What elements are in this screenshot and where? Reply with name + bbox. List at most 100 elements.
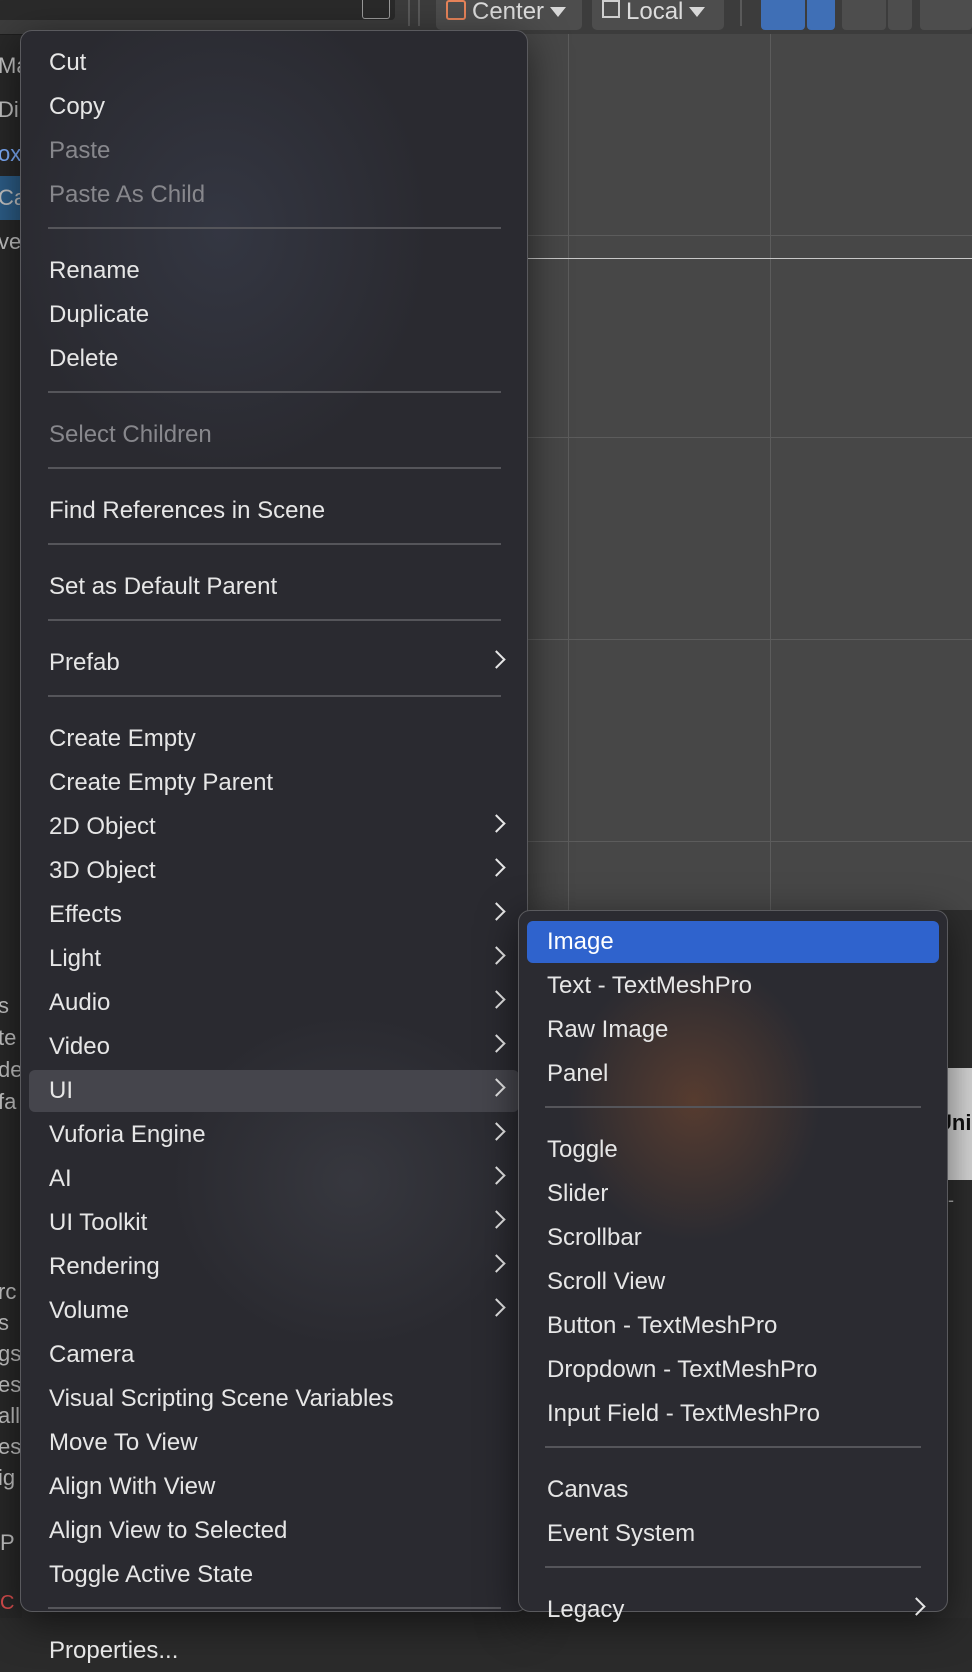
menu-item-ai[interactable]: AI — [29, 1158, 519, 1200]
menu-item-video[interactable]: Video — [29, 1026, 519, 1068]
menu-item-label: Delete — [49, 345, 119, 372]
menu-item-set-as-default-parent[interactable]: Set as Default Parent — [29, 566, 519, 608]
grid-line — [520, 841, 972, 842]
menu-item-label: Create Empty — [49, 725, 196, 752]
ui-menu-item-slider[interactable]: Slider — [527, 1173, 939, 1215]
grid-line — [520, 639, 972, 640]
inspector-row: s — [0, 993, 9, 1018]
chevron-right-icon — [487, 1122, 506, 1141]
grid-snap-icon[interactable] — [761, 0, 805, 30]
hierarchy-context-menu: Cut Copy Paste Paste As Child Rename Duplicat… — [20, 30, 528, 1664]
menu-item-label: Volume — [49, 1297, 130, 1324]
menu-item-prefab[interactable]: Prefab — [29, 642, 519, 684]
hierarchy-row[interactable]: Dir — [0, 88, 22, 132]
hierarchy-row[interactable]: Ma — [0, 44, 22, 88]
menu-item-light[interactable]: Light — [29, 938, 519, 980]
inspector-row: te — [0, 1025, 17, 1050]
menu-item-label: 2D Object — [49, 813, 156, 840]
menu-item-3d-object[interactable]: 3D Object — [29, 850, 519, 892]
grid-snap-dropdown[interactable] — [807, 0, 835, 30]
ui-menu-item-image[interactable]: Image — [527, 921, 939, 963]
ruler-icon[interactable] — [920, 0, 972, 30]
project-row[interactable]: ig — [0, 1462, 22, 1493]
menu-item-copy[interactable]: Copy — [29, 86, 519, 128]
menu-item-label: Align With View — [49, 1473, 216, 1500]
ui-menu-item-text-textmeshpro[interactable]: Text - TextMeshPro — [527, 965, 939, 1007]
pivot-dropdown[interactable]: Center — [436, 0, 582, 30]
menu-item-rendering[interactable]: Rendering — [29, 1246, 519, 1288]
menu-item-label: Visual Scripting Scene Variables — [49, 1385, 394, 1412]
menu-item-audio[interactable]: Audio — [29, 982, 519, 1024]
menu-item-volume[interactable]: Volume — [29, 1290, 519, 1332]
menu-separator — [48, 227, 501, 229]
ui-menu-item-canvas[interactable]: Canvas — [527, 1469, 939, 1511]
menu-item-align-view-to-selected[interactable]: Align View to Selected — [29, 1510, 519, 1552]
space-dropdown[interactable]: Local — [592, 0, 724, 30]
menu-item-label: Properties... — [49, 1637, 179, 1664]
project-row[interactable]: rc — [0, 1276, 22, 1307]
project-row[interactable]: gs — [0, 1338, 22, 1369]
hierarchy-footer-row: P — [0, 1530, 15, 1555]
menu-item-label: Effects — [49, 901, 122, 928]
cube-icon — [602, 0, 620, 18]
menu-item-properties[interactable]: Properties... — [29, 1630, 519, 1672]
menu-item-find-references-in-scene[interactable]: Find References in Scene — [29, 490, 519, 532]
menu-separator — [48, 391, 501, 393]
increment-snap-dropdown[interactable] — [888, 0, 912, 30]
project-row[interactable]: s — [0, 1307, 22, 1338]
menu-separator — [545, 1106, 921, 1108]
menu-item-label: Align View to Selected — [49, 1517, 288, 1544]
menu-item-rename[interactable]: Rename — [29, 250, 519, 292]
menu-item-label: Raw Image — [547, 1016, 669, 1043]
menu-item-effects[interactable]: Effects — [29, 894, 519, 936]
menu-item-label: Toggle Active State — [49, 1561, 254, 1588]
console-error-text: C — [0, 1592, 15, 1614]
menu-item-cut[interactable]: Cut — [29, 42, 519, 84]
menu-item-ui-toolkit[interactable]: UI Toolkit — [29, 1202, 519, 1244]
grid-line — [520, 437, 972, 438]
ui-menu-item-panel[interactable]: Panel — [527, 1053, 939, 1095]
menu-item-2d-object[interactable]: 2D Object — [29, 806, 519, 848]
ui-menu-item-raw-image[interactable]: Raw Image — [527, 1009, 939, 1051]
project-row[interactable]: all — [0, 1400, 22, 1431]
hierarchy-row[interactable]: ve — [0, 220, 22, 264]
menu-item-label: Prefab — [49, 649, 120, 676]
menu-item-toggle-active-state[interactable]: Toggle Active State — [29, 1554, 519, 1596]
ui-menu-item-button-textmeshpro[interactable]: Button - TextMeshPro — [527, 1305, 939, 1347]
search-field[interactable] — [0, 0, 395, 20]
menu-item-move-to-view[interactable]: Move To View — [29, 1422, 519, 1464]
ui-menu-item-event-system[interactable]: Event System — [527, 1513, 939, 1555]
scene-view[interactable] — [520, 34, 972, 910]
hierarchy-row[interactable]: Ca — [0, 176, 22, 220]
project-row[interactable]: es — [0, 1369, 22, 1400]
menu-item-delete[interactable]: Delete — [29, 338, 519, 380]
menu-item-camera[interactable]: Camera — [29, 1334, 519, 1376]
chevron-right-icon — [487, 1034, 506, 1053]
menu-item-create-empty[interactable]: Create Empty — [29, 718, 519, 760]
maximize-icon[interactable] — [362, 0, 390, 19]
menu-item-create-empty-parent[interactable]: Create Empty Parent — [29, 762, 519, 804]
menu-item-ui[interactable]: UI — [29, 1070, 519, 1112]
ui-menu-item-input-field-textmeshpro[interactable]: Input Field - TextMeshPro — [527, 1393, 939, 1435]
chevron-right-icon — [487, 650, 506, 669]
project-row[interactable]: es — [0, 1431, 22, 1462]
ui-menu-item-toggle[interactable]: Toggle — [527, 1129, 939, 1171]
chevron-down-icon — [550, 7, 567, 17]
menu-item-label: AI — [49, 1165, 72, 1192]
menu-item-visual-scripting-scene-variables[interactable]: Visual Scripting Scene Variables — [29, 1378, 519, 1420]
ui-menu-item-dropdown-textmeshpro[interactable]: Dropdown - TextMeshPro — [527, 1349, 939, 1391]
menu-item-label: Video — [49, 1033, 110, 1060]
ui-menu-item-scrollbar[interactable]: Scrollbar — [527, 1217, 939, 1259]
hierarchy-row[interactable]: ox — [0, 132, 22, 176]
ui-menu-item-legacy[interactable]: Legacy — [527, 1589, 939, 1631]
chevron-right-icon — [487, 1254, 506, 1273]
menu-item-align-with-view[interactable]: Align With View — [29, 1466, 519, 1508]
chevron-right-icon — [487, 1078, 506, 1097]
ui-menu-item-scroll-view[interactable]: Scroll View — [527, 1261, 939, 1303]
menu-item-vuforia-engine[interactable]: Vuforia Engine — [29, 1114, 519, 1156]
pivot-label: Center — [472, 0, 545, 25]
menu-item-duplicate[interactable]: Duplicate — [29, 294, 519, 336]
toolbar-separator — [418, 0, 420, 26]
increment-snap-icon[interactable] — [842, 0, 886, 30]
grid-line — [568, 34, 569, 910]
